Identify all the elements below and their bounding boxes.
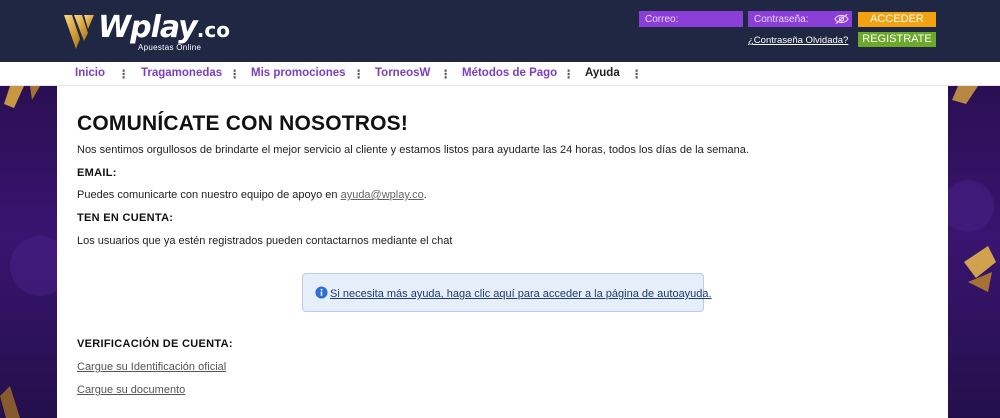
nav-item-inicio[interactable]: Inicio [75, 67, 105, 79]
forgot-password-link[interactable]: ¿Contraseña Olvidada? [748, 35, 848, 46]
verification-heading: VERIFICACIÓN DE CUENTA: [77, 338, 233, 350]
background-decor-left [0, 86, 57, 418]
email-text: Puedes comunicarte con nuestro equipo de… [77, 189, 427, 201]
gold-streaks-decor-icon [948, 86, 996, 292]
upload-id-link[interactable]: Cargue su Identificación oficial [77, 361, 226, 373]
nav-separator: ⋮ [118, 69, 130, 81]
email-input[interactable] [639, 11, 743, 27]
email-text-period: . [423, 189, 427, 201]
nav-item-tragamonedas[interactable]: Tragamonedas [141, 67, 222, 79]
logo-mark-icon [64, 15, 94, 49]
gold-streaks-decor-icon [0, 86, 57, 418]
wplay-logo[interactable]: Wplay.co Apuestas Online [62, 9, 230, 55]
upload-document-link[interactable]: Cargue su documento [77, 384, 185, 396]
email-text-prefix: Puedes comunicarte con nuestro equipo de… [77, 189, 341, 201]
nav-separator: ⋮ [563, 69, 575, 81]
main-nav: Inicio ⋮ Tragamonedas ⋮ Mis promociones … [0, 62, 1000, 86]
support-email-link[interactable]: ayuda@wplay.co [341, 189, 424, 201]
nav-separator: ⋮ [631, 69, 643, 81]
self-help-link[interactable]: Si necesita más ayuda, haga clic aquí pa… [330, 288, 712, 300]
nav-separator: ⋮ [229, 69, 241, 81]
notice-heading: TEN EN CUENTA: [77, 212, 174, 224]
show-password-eye-icon[interactable] [834, 13, 849, 25]
login-button[interactable]: ACCEDER [858, 12, 936, 27]
logo-text: Wplay.co [98, 10, 230, 45]
background-decor-right [948, 86, 1000, 418]
nav-item-torneosw[interactable]: TorneosW [375, 67, 430, 79]
help-info-box: Si necesita más ayuda, haga clic aquí pa… [302, 273, 712, 312]
nav-item-mis-promociones[interactable]: Mis promociones [251, 67, 346, 79]
site-header: Wplay.co Apuestas Online ACCEDER REGISTR… [0, 0, 1000, 62]
register-button[interactable]: REGISTRATE [858, 32, 936, 47]
email-heading: EMAIL: [77, 167, 117, 179]
notice-text: Los usuarios que ya estén registrados pu… [77, 235, 453, 247]
page-title: COMUNÍCATE CON NOSOTROS! [77, 112, 409, 135]
logo-tagline: Apuestas Online [138, 43, 202, 52]
intro-text: Nos sentimos orgullosos de brindarte el … [77, 144, 749, 156]
nav-item-metodos-de-pago[interactable]: Métodos de Pago [462, 67, 557, 79]
nav-separator: ⋮ [353, 69, 365, 81]
info-icon [315, 286, 328, 299]
nav-separator: ⋮ [440, 69, 452, 81]
nav-item-ayuda[interactable]: Ayuda [585, 67, 620, 79]
main-content: COMUNÍCATE CON NOSOTROS! Nos sentimos or… [57, 86, 948, 418]
